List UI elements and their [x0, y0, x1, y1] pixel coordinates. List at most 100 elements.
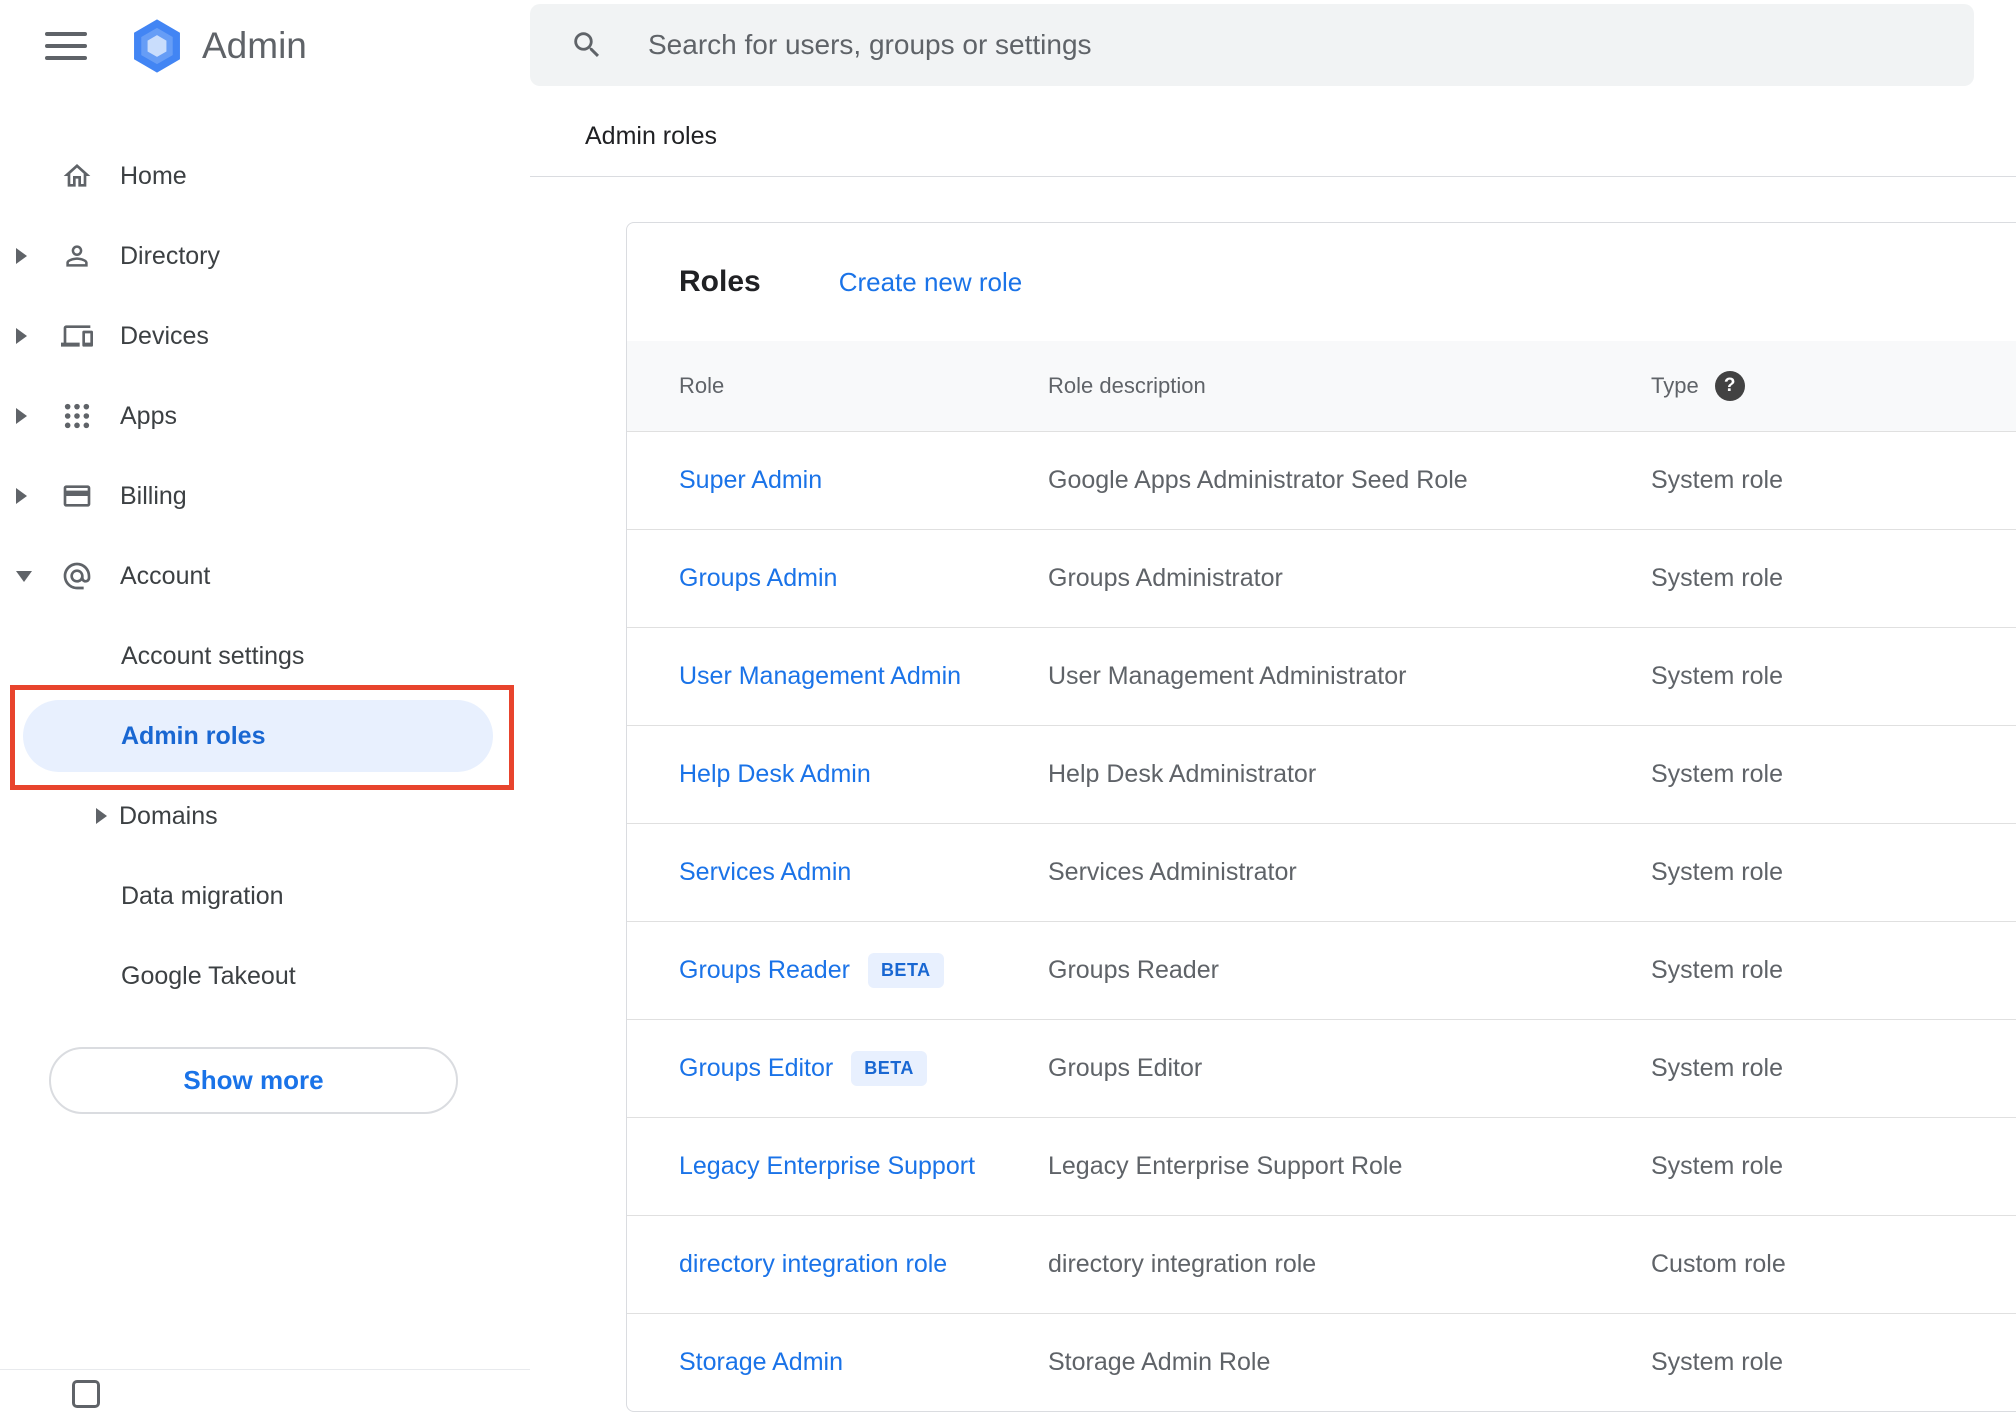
column-header-type: Type: [1651, 373, 1699, 398]
table-row: Storage Admin Storage Admin Role System …: [627, 1313, 2016, 1411]
role-description: Help Desk Administrator: [1048, 760, 1317, 788]
sidebar: Admin Home Directory Devices Apps Billin…: [0, 0, 530, 1408]
table-row: Groups Admin Groups Administrator System…: [627, 529, 2016, 627]
menu-icon[interactable]: [45, 32, 87, 60]
beta-badge: BETA: [867, 953, 944, 988]
beta-badge: BETA: [851, 1051, 927, 1086]
role-type: System role: [1651, 956, 1783, 984]
role-link[interactable]: Storage Admin: [679, 1348, 843, 1377]
role-description: Google Apps Administrator Seed Role: [1048, 466, 1468, 494]
brand-logo[interactable]: Admin: [128, 17, 307, 75]
create-new-role-link[interactable]: Create new role: [839, 267, 1023, 298]
column-header-description: Role description: [1048, 373, 1206, 398]
role-link[interactable]: Groups Editor: [679, 1054, 833, 1083]
sidebar-header: Admin: [0, 0, 530, 92]
chevron-down-icon: [16, 570, 32, 582]
home-icon: [60, 159, 94, 193]
table-row: Groups Editor BETA Groups Editor System …: [627, 1019, 2016, 1117]
role-link[interactable]: Services Admin: [679, 858, 851, 887]
sidebar-item-devices[interactable]: Devices: [0, 296, 530, 376]
role-link[interactable]: Groups Reader: [679, 956, 850, 985]
role-type: System role: [1651, 662, 1783, 690]
breadcrumb: Admin roles: [585, 122, 717, 150]
sidebar-item-label: Data migration: [121, 881, 284, 910]
role-description: directory integration role: [1048, 1250, 1317, 1278]
search-icon: [570, 28, 604, 62]
sidebar-item-billing[interactable]: Billing: [0, 456, 530, 536]
role-link[interactable]: Groups Admin: [679, 564, 837, 593]
sidebar-item-label: Account settings: [121, 641, 305, 670]
role-description: Groups Editor: [1048, 1054, 1203, 1082]
role-description: Storage Admin Role: [1048, 1348, 1271, 1376]
table-row: directory integration role directory int…: [627, 1215, 2016, 1313]
role-link[interactable]: Legacy Enterprise Support: [679, 1152, 975, 1181]
sidebar-item-label: Domains: [119, 801, 218, 830]
chevron-right-icon: [16, 408, 27, 424]
search-bar[interactable]: [530, 4, 1974, 86]
card-title: Roles: [679, 265, 761, 298]
sidebar-item-label: Devices: [120, 321, 209, 350]
role-description: Legacy Enterprise Support Role: [1048, 1152, 1403, 1180]
role-type: System role: [1651, 466, 1783, 494]
chevron-right-icon: [16, 248, 27, 264]
sidebar-item-account[interactable]: Account: [0, 536, 530, 616]
sidebar-item-domains[interactable]: Domains: [0, 776, 530, 856]
help-icon[interactable]: ?: [1714, 371, 1745, 401]
column-header-role: Role: [679, 373, 725, 398]
sidebar-item-account-settings[interactable]: Account settings: [0, 616, 530, 696]
roles-card-header: Roles Create new role: [627, 223, 2016, 341]
sidebar-nav: Home Directory Devices Apps Billing Acco…: [0, 136, 530, 1016]
sidebar-item-label: Account: [120, 561, 211, 590]
role-type: System role: [1651, 760, 1783, 788]
role-description: Groups Reader: [1048, 956, 1219, 984]
table-row: Groups Reader BETA Groups Reader System …: [627, 921, 2016, 1019]
role-type: System role: [1651, 858, 1783, 886]
table-row: Help Desk Admin Help Desk Administrator …: [627, 725, 2016, 823]
brand-name: Admin: [202, 25, 307, 66]
search-input[interactable]: [648, 29, 1944, 61]
role-type: System role: [1651, 1348, 1783, 1376]
sidebar-item-label: Billing: [120, 481, 187, 510]
sidebar-item-apps[interactable]: Apps: [0, 376, 530, 456]
role-link[interactable]: Super Admin: [679, 466, 822, 495]
directory-icon: [60, 239, 94, 273]
sidebar-item-label: Directory: [120, 241, 221, 270]
main-content: Admin roles Roles Create new role Role R…: [530, 0, 2016, 1412]
sidebar-item-data-migration[interactable]: Data migration: [0, 856, 530, 936]
chevron-right-icon: [16, 328, 27, 344]
billing-icon: [60, 479, 94, 513]
table-row: Services Admin Services Administrator Sy…: [627, 823, 2016, 921]
sidebar-item-label: Home: [120, 161, 187, 190]
role-description: Groups Administrator: [1048, 564, 1283, 592]
admin-hexagon-icon: [134, 19, 180, 73]
table-row: Legacy Enterprise Support Legacy Enterpr…: [627, 1117, 2016, 1215]
role-type: System role: [1651, 564, 1783, 592]
header-divider: [530, 176, 2016, 177]
show-more-button[interactable]: Show more: [49, 1047, 458, 1114]
table-row: User Management Admin User Management Ad…: [627, 627, 2016, 725]
sidebar-item-directory[interactable]: Directory: [0, 216, 530, 296]
role-type: Custom role: [1651, 1250, 1786, 1278]
role-description: Services Administrator: [1048, 858, 1297, 886]
sidebar-item-home[interactable]: Home: [0, 136, 530, 216]
chevron-right-icon: [96, 808, 107, 824]
sidebar-item-label: Apps: [120, 401, 177, 430]
apps-icon: [60, 399, 94, 433]
table-header-row: Role Role description Type ?: [627, 341, 2016, 431]
account-icon: [60, 559, 94, 593]
chevron-right-icon: [16, 488, 27, 504]
sidebar-bottom-divider: [0, 1369, 530, 1370]
roles-card: Roles Create new role Role Role descript…: [626, 222, 2016, 1412]
role-type: System role: [1651, 1152, 1783, 1180]
partial-bottom-icon: [72, 1380, 100, 1408]
role-link[interactable]: Help Desk Admin: [679, 760, 871, 789]
role-type: System role: [1651, 1054, 1783, 1082]
sidebar-item-label: Admin roles: [121, 721, 266, 750]
role-link[interactable]: User Management Admin: [679, 662, 961, 691]
sidebar-item-admin-roles[interactable]: Admin roles: [0, 696, 530, 776]
role-link[interactable]: directory integration role: [679, 1250, 947, 1279]
table-row: Super Admin Google Apps Administrator Se…: [627, 431, 2016, 529]
devices-icon: [60, 319, 94, 353]
role-description: User Management Administrator: [1048, 662, 1407, 690]
sidebar-item-google-takeout[interactable]: Google Takeout: [0, 936, 530, 1016]
